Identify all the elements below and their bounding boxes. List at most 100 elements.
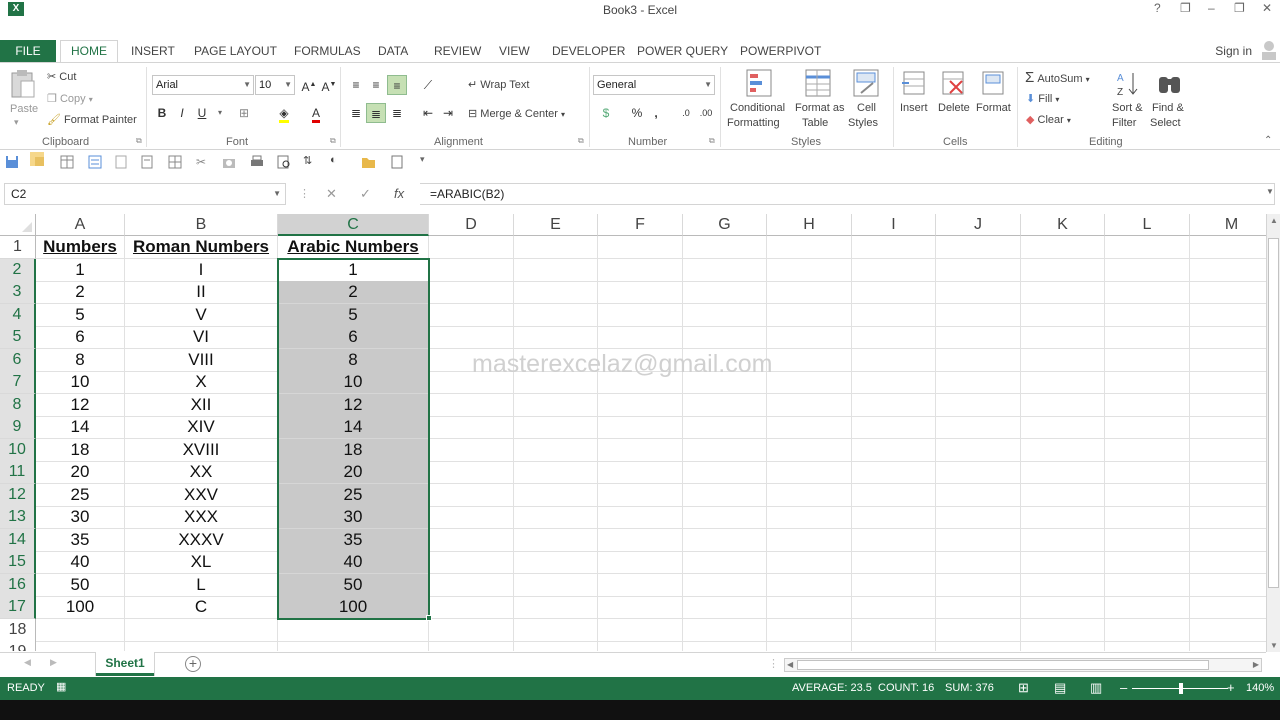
column-header-g[interactable]: G bbox=[683, 214, 767, 236]
cell-e5[interactable] bbox=[514, 326, 598, 349]
cell-e14[interactable] bbox=[514, 528, 598, 552]
scroll-down-icon[interactable]: ▼ bbox=[1270, 641, 1278, 650]
increase-decimal-icon[interactable]: .0 bbox=[676, 103, 696, 123]
add-sheet-button[interactable]: + bbox=[185, 656, 201, 672]
cell-e16[interactable] bbox=[514, 573, 598, 597]
font-color-icon[interactable]: A bbox=[306, 103, 326, 123]
cell-a16[interactable]: 50 bbox=[36, 573, 125, 597]
font-size-combo[interactable]: 10 ▼ bbox=[255, 75, 295, 95]
cell-c16[interactable]: 50 bbox=[278, 573, 429, 597]
tab-review[interactable]: REVIEW bbox=[434, 44, 481, 58]
cell-b1[interactable]: Roman Numbers bbox=[125, 236, 278, 259]
cell-g18[interactable] bbox=[683, 618, 767, 642]
cell-b10[interactable]: XVIII bbox=[125, 438, 278, 462]
cell-f19[interactable] bbox=[598, 641, 683, 651]
cell-j4[interactable] bbox=[936, 303, 1021, 327]
cell-g16[interactable] bbox=[683, 573, 767, 597]
open-folder-icon[interactable] bbox=[361, 155, 375, 169]
sheet-tab-sheet1[interactable]: Sheet1 bbox=[96, 652, 154, 676]
cell-h1[interactable] bbox=[767, 236, 852, 259]
status-average[interactable]: AVERAGE: 23.5 bbox=[792, 682, 872, 694]
cell-e4[interactable] bbox=[514, 303, 598, 327]
tab-insert[interactable]: INSERT bbox=[131, 44, 175, 58]
cell-b14[interactable]: XXXV bbox=[125, 528, 278, 552]
decrease-decimal-icon[interactable]: .00 bbox=[696, 103, 716, 123]
cell-k18[interactable] bbox=[1021, 618, 1105, 642]
cell-l10[interactable] bbox=[1105, 438, 1190, 462]
cell-c13[interactable]: 30 bbox=[278, 506, 429, 529]
cell-j9[interactable] bbox=[936, 416, 1021, 439]
cell-i18[interactable] bbox=[852, 618, 936, 642]
cell-a15[interactable]: 40 bbox=[36, 551, 125, 574]
cell-i4[interactable] bbox=[852, 303, 936, 327]
cell-k16[interactable] bbox=[1021, 573, 1105, 597]
cell-l9[interactable] bbox=[1105, 416, 1190, 439]
row-header-2[interactable]: 2 bbox=[0, 258, 36, 282]
cell-b5[interactable]: VI bbox=[125, 326, 278, 349]
cell-m6[interactable] bbox=[1190, 349, 1266, 372]
cell-m5[interactable] bbox=[1190, 326, 1266, 349]
print-icon[interactable] bbox=[250, 155, 264, 169]
cell-e18[interactable] bbox=[514, 618, 598, 642]
insert-label[interactable]: Insert bbox=[900, 102, 928, 114]
increase-font-icon[interactable]: A▲ bbox=[299, 75, 319, 95]
cell-m15[interactable] bbox=[1190, 551, 1266, 574]
format-as-table-label-1[interactable]: Format as bbox=[795, 102, 845, 114]
column-header-i[interactable]: I bbox=[852, 214, 936, 236]
cell-d1[interactable] bbox=[429, 236, 514, 259]
cell-l14[interactable] bbox=[1105, 528, 1190, 552]
tab-view[interactable]: VIEW bbox=[499, 44, 530, 58]
copy-button[interactable]: ❐ Copy ▾ bbox=[47, 92, 93, 105]
cell-l11[interactable] bbox=[1105, 461, 1190, 484]
next-sheet-icon[interactable]: ▶ bbox=[50, 657, 57, 668]
row-header-1[interactable]: 1 bbox=[0, 236, 36, 259]
cell-h6[interactable] bbox=[767, 348, 852, 372]
highlight-icon[interactable] bbox=[30, 152, 44, 166]
conditional-formatting-icon[interactable] bbox=[746, 69, 774, 99]
cell-c2[interactable]: 1 bbox=[278, 258, 429, 282]
cell-i2[interactable] bbox=[852, 258, 936, 282]
cell-g13[interactable] bbox=[683, 506, 767, 529]
find-select-label-1[interactable]: Find & bbox=[1152, 102, 1184, 114]
cell-i11[interactable] bbox=[852, 461, 936, 484]
cell-f16[interactable] bbox=[598, 573, 683, 597]
column-header-m[interactable]: M bbox=[1190, 214, 1266, 236]
customize-toolbar-icon[interactable]: ▾ bbox=[420, 154, 434, 168]
cell-i13[interactable] bbox=[852, 506, 936, 529]
column-header-f[interactable]: F bbox=[598, 214, 683, 236]
cell-f12[interactable] bbox=[598, 483, 683, 507]
cell-b6[interactable]: VIII bbox=[125, 348, 278, 372]
cell-b4[interactable]: V bbox=[125, 303, 278, 327]
cell-a13[interactable]: 30 bbox=[36, 506, 125, 529]
cell-f11[interactable] bbox=[598, 461, 683, 484]
cell-k15[interactable] bbox=[1021, 551, 1105, 574]
sort-ascending-icon[interactable]: ⇅ bbox=[303, 154, 317, 168]
cell-k1[interactable] bbox=[1021, 236, 1105, 259]
formula-input[interactable]: =ARABIC(B2) bbox=[420, 183, 1275, 205]
shapes-icon[interactable]: ◐ bbox=[330, 154, 344, 168]
clear-button[interactable]: ◆ Clear ▾ bbox=[1026, 113, 1071, 126]
cell-g17[interactable] bbox=[683, 596, 767, 619]
paste-label[interactable]: Paste bbox=[10, 103, 38, 115]
status-sum[interactable]: SUM: 376 bbox=[945, 682, 994, 694]
cell-f17[interactable] bbox=[598, 596, 683, 619]
cell-e1[interactable] bbox=[514, 236, 598, 259]
row-header-4[interactable]: 4 bbox=[0, 303, 36, 327]
cell-j14[interactable] bbox=[936, 528, 1021, 552]
cell-l4[interactable] bbox=[1105, 303, 1190, 327]
page-layout-view-icon[interactable]: ▤ bbox=[1054, 680, 1066, 696]
name-box[interactable]: C2 ▼ bbox=[4, 183, 286, 205]
ribbon-display-button[interactable]: ❐ bbox=[1180, 1, 1191, 15]
cell-d2[interactable] bbox=[429, 258, 514, 282]
cell-e15[interactable] bbox=[514, 551, 598, 574]
fill-button[interactable]: ⬇ Fill ▾ bbox=[1026, 92, 1059, 105]
cell-h16[interactable] bbox=[767, 573, 852, 597]
cell-i6[interactable] bbox=[852, 348, 936, 372]
cell-i19[interactable] bbox=[852, 641, 936, 651]
cell-c8[interactable]: 12 bbox=[278, 393, 429, 417]
paste-dropdown-icon[interactable]: ▾ bbox=[14, 117, 19, 128]
tab-power-query[interactable]: POWER QUERY bbox=[637, 44, 728, 58]
zoom-in-button[interactable]: + bbox=[1227, 680, 1235, 695]
row-header-3[interactable]: 3 bbox=[0, 281, 36, 304]
horizontal-scrollbar[interactable]: ◀ ▶ bbox=[784, 658, 1262, 672]
